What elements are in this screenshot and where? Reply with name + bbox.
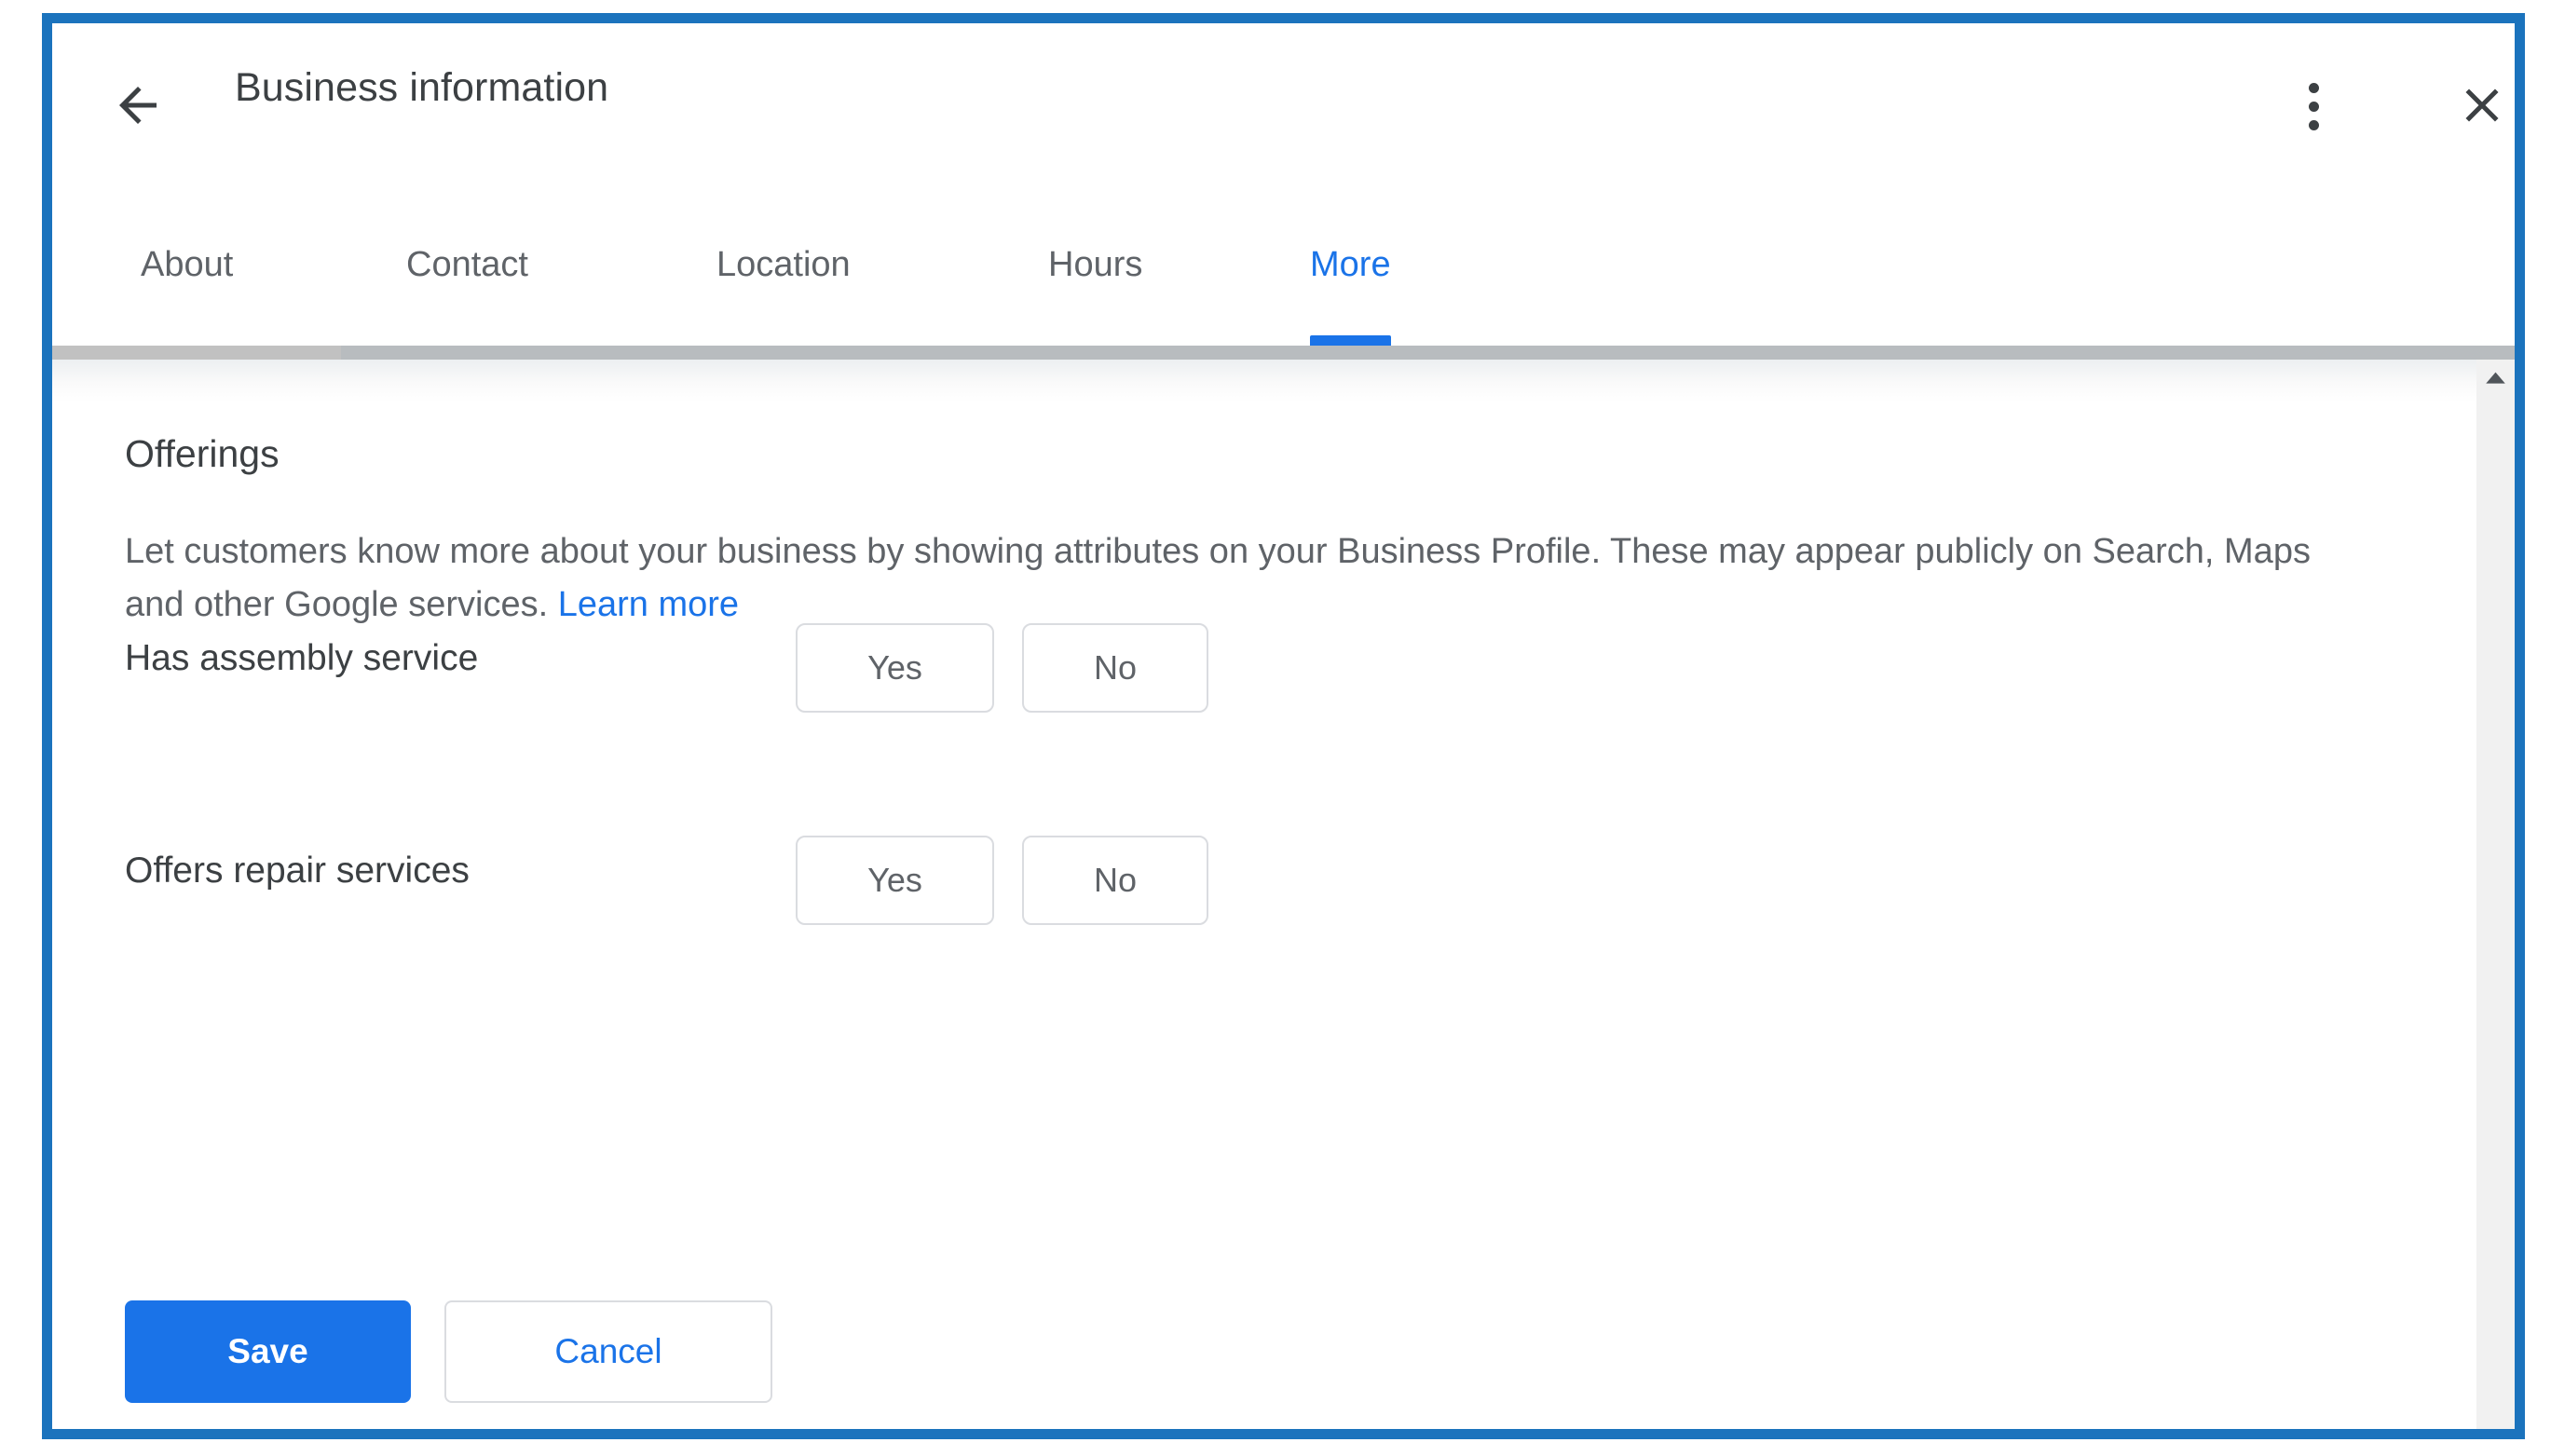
horizontal-scrollbar[interactable] xyxy=(52,346,2515,360)
section-description: Let customers know more about your busin… xyxy=(125,525,2361,632)
dialog-header: Business information xyxy=(52,23,2515,210)
dialog-body: Offerings Let customers know more about … xyxy=(52,360,2515,1429)
tab-location[interactable]: Location xyxy=(716,210,851,346)
active-tab-indicator xyxy=(1310,335,1391,346)
tab-label: Contact xyxy=(406,245,528,284)
kebab-dot xyxy=(2309,102,2319,112)
tab-label: More xyxy=(1310,245,1391,284)
cancel-button[interactable]: Cancel xyxy=(444,1300,772,1403)
vertical-scrollbar[interactable] xyxy=(2476,360,2515,1429)
horizontal-scrollbar-thumb[interactable] xyxy=(52,346,341,360)
back-arrow-icon[interactable] xyxy=(110,77,166,133)
kebab-dot xyxy=(2309,120,2319,130)
kebab-dot xyxy=(2309,83,2319,93)
kebab-menu-icon[interactable] xyxy=(2290,81,2339,133)
attribute-label: Has assembly service xyxy=(125,638,479,678)
tab-hours[interactable]: Hours xyxy=(1048,210,1142,346)
page-title: Business information xyxy=(235,65,609,110)
tab-strip: About Contact Location Hours More xyxy=(52,210,2515,346)
dialog-frame: Business information About Contact Locat… xyxy=(42,13,2525,1439)
attribute-label: Offers repair services xyxy=(125,850,470,891)
tab-more[interactable]: More xyxy=(1310,210,1391,346)
scroll-up-arrow-icon[interactable] xyxy=(2476,360,2515,398)
screen: Business information About Contact Locat… xyxy=(0,0,2551,1456)
tab-label: About xyxy=(141,245,234,284)
close-icon[interactable] xyxy=(2454,77,2510,133)
horizontal-scrollbar-track[interactable] xyxy=(341,346,2515,360)
content-top-shadow xyxy=(52,360,2515,402)
section-heading: Offerings xyxy=(125,432,280,475)
save-button[interactable]: Save xyxy=(125,1300,411,1403)
offers-repair-services-yes-button[interactable]: Yes xyxy=(796,836,994,925)
description-line-1: Let customers know more about your busin… xyxy=(125,532,1602,571)
tab-about[interactable]: About xyxy=(141,210,233,346)
tab-label: Hours xyxy=(1048,245,1143,284)
has-assembly-service-yes-button[interactable]: Yes xyxy=(796,623,994,713)
has-assembly-service-no-button[interactable]: No xyxy=(1022,623,1208,713)
learn-more-link[interactable]: Learn more xyxy=(558,585,739,624)
tab-contact[interactable]: Contact xyxy=(406,210,528,346)
offers-repair-services-no-button[interactable]: No xyxy=(1022,836,1208,925)
tab-label: Location xyxy=(716,245,851,284)
